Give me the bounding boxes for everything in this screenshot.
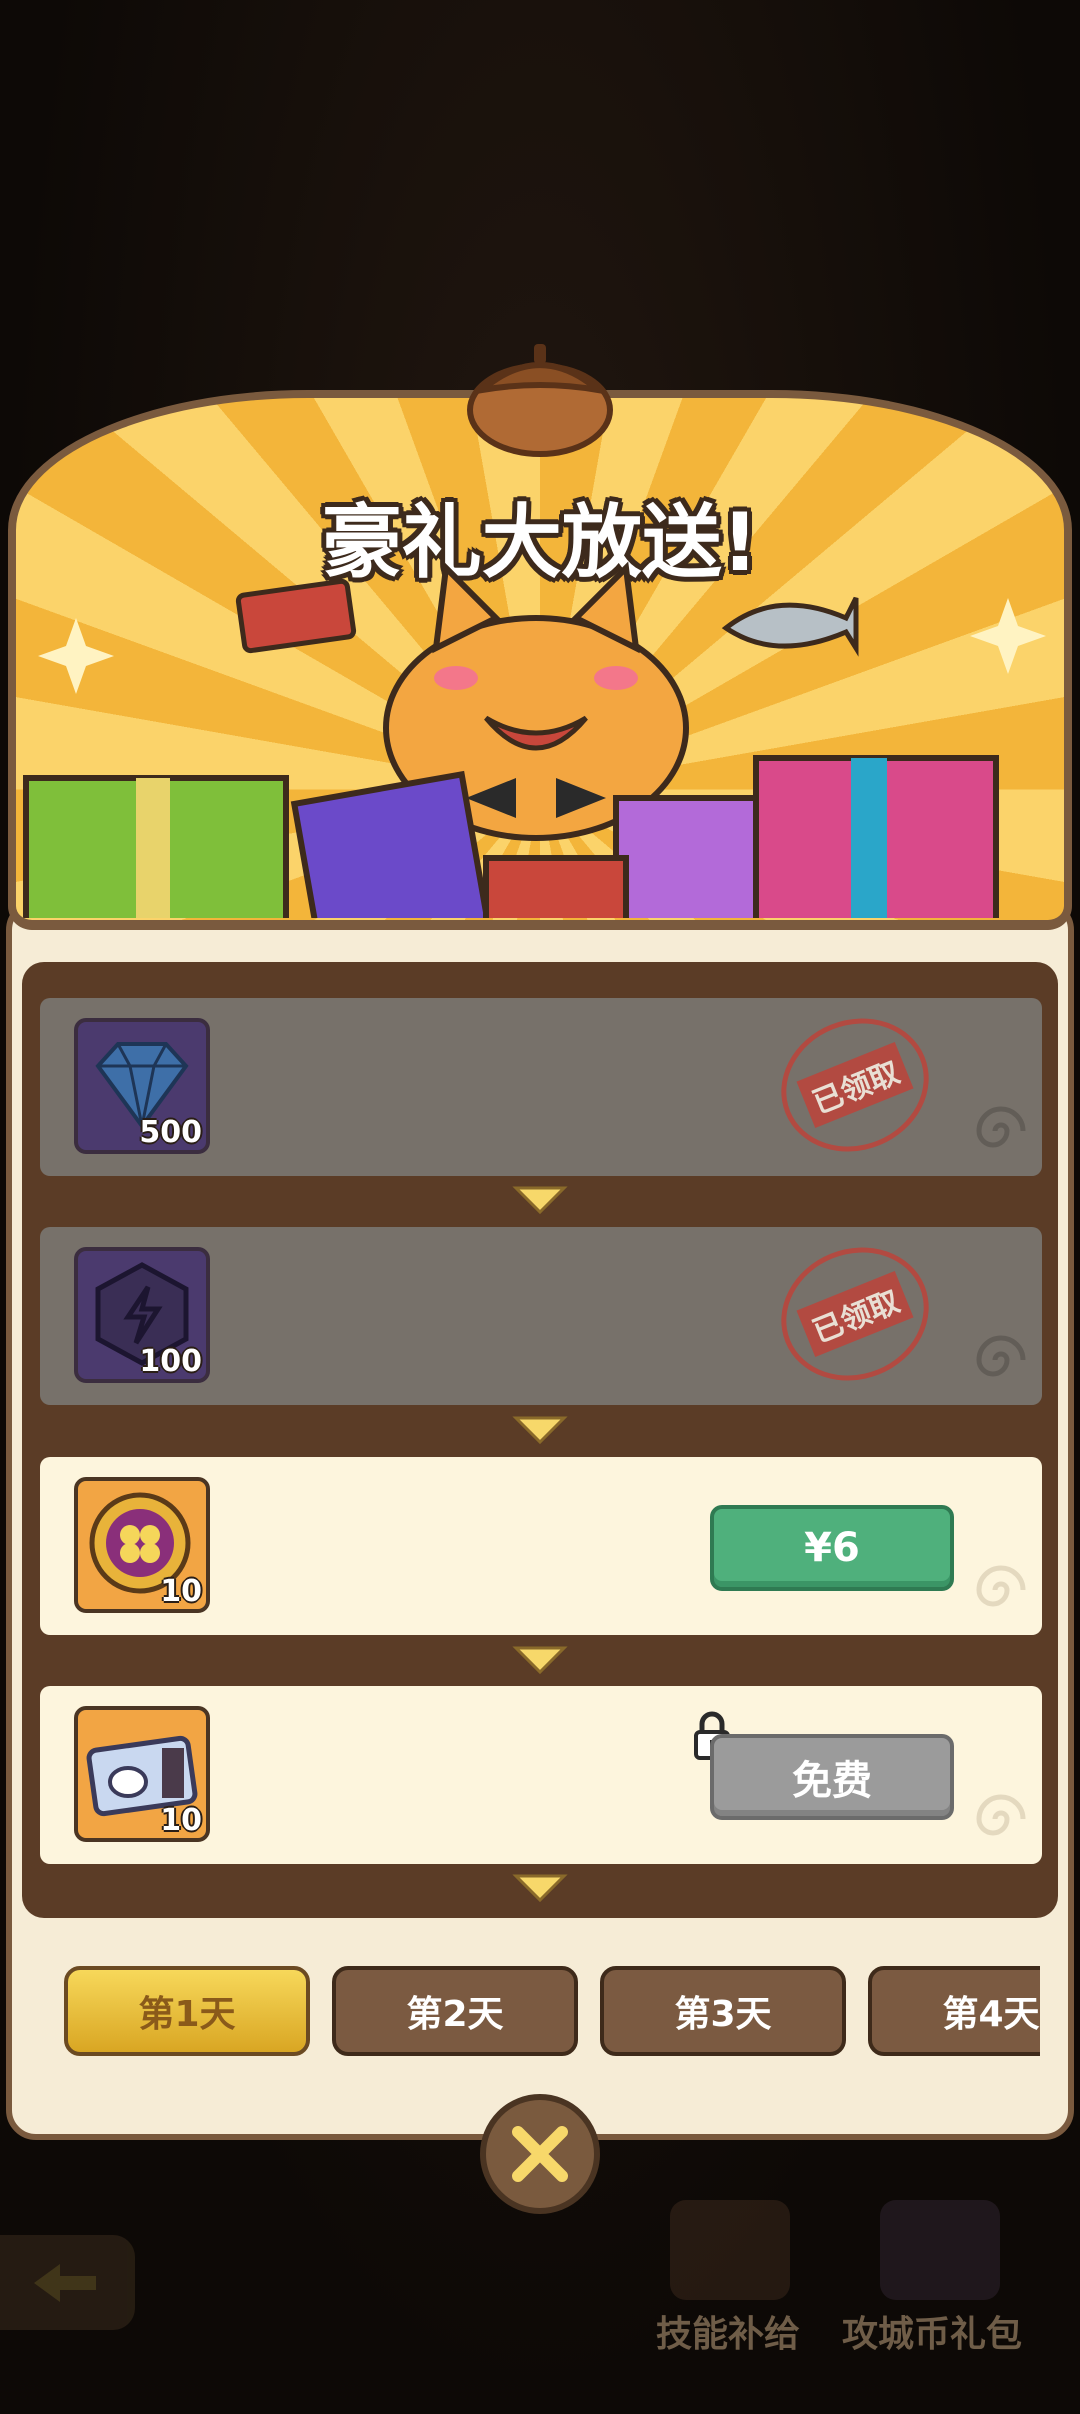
claimed-label: 已领取 <box>796 1041 914 1129</box>
back-button <box>0 2235 135 2330</box>
purchase-button[interactable]: ¥6 <box>710 1505 954 1591</box>
chevron-down-icon <box>512 1646 568 1675</box>
reward-quantity: 100 <box>139 1344 202 1379</box>
reward-quantity: 10 <box>160 1803 202 1838</box>
reward-list-panel: 500 已领取 100 已领取 10 ¥6 10 免费 <box>22 962 1058 1918</box>
reward-row-2: 100 已领取 <box>40 1225 1042 1405</box>
gift-banner: 豪礼大放送! <box>8 390 1072 930</box>
tab-day-4[interactable]: 第4天 <box>868 1966 1040 2056</box>
claimed-stamp: 已领取 <box>761 1225 949 1403</box>
chevron-down-icon <box>512 1186 568 1215</box>
day-tabs: 第1天 第2天 第3天 第4天 <box>0 1966 1040 2056</box>
skill-supply-label: 技能补给 <box>656 2314 801 2355</box>
close-icon <box>512 2126 568 2182</box>
energy-badge-icon: 100 <box>74 1247 210 1383</box>
clover-coin-icon: 10 <box>74 1477 210 1613</box>
acorn-ornament-icon <box>467 344 613 457</box>
back-arrow-icon <box>34 2264 96 2302</box>
claimed-label: 已领取 <box>796 1270 914 1358</box>
claimed-stamp: 已领取 <box>761 996 949 1174</box>
siege-coin-pack-label: 攻城币礼包 <box>842 2314 1023 2355</box>
reward-row-1: 500 已领取 <box>40 996 1042 1176</box>
rabbit-ticket-icon: 10 <box>74 1706 210 1842</box>
tab-day-3[interactable]: 第3天 <box>600 1966 846 2056</box>
diamond-icon: 500 <box>74 1018 210 1154</box>
skill-supply-icon <box>670 2200 790 2300</box>
free-claim-button[interactable]: 免费 <box>710 1734 954 1820</box>
reward-quantity: 500 <box>139 1115 202 1150</box>
chevron-down-icon <box>512 1416 568 1445</box>
reward-row-4: 10 免费 <box>40 1686 1042 1864</box>
siege-coin-pack-icon <box>880 2200 1000 2300</box>
swirl-decoration-icon <box>976 1106 1026 1148</box>
tab-day-1[interactable]: 第1天 <box>64 1966 310 2056</box>
cat-with-gifts-illustration <box>23 561 1046 918</box>
reward-quantity: 10 <box>160 1574 202 1609</box>
chevron-down-icon <box>512 1874 568 1903</box>
swirl-decoration-icon <box>976 1335 1026 1377</box>
tab-day-2[interactable]: 第2天 <box>332 1966 578 2056</box>
reward-row-3: 10 ¥6 <box>40 1457 1042 1635</box>
swirl-decoration-icon <box>976 1794 1026 1836</box>
close-button[interactable] <box>480 2094 600 2214</box>
swirl-decoration-icon <box>976 1565 1026 1607</box>
